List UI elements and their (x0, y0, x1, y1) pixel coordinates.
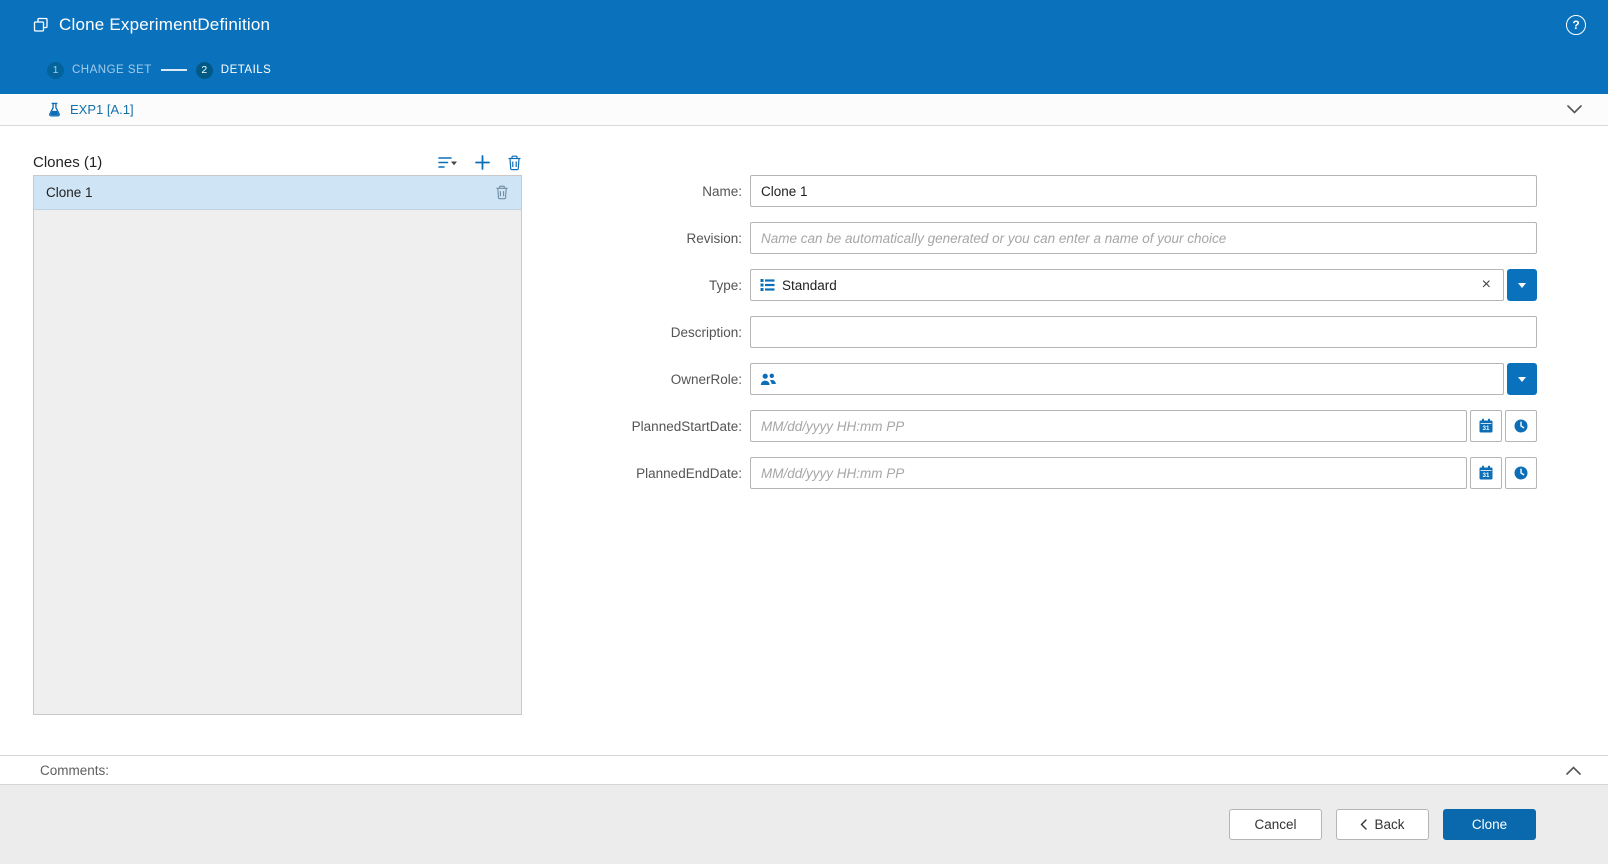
context-item-label: EXP1 [A.1] (70, 102, 134, 117)
calendar-day-number: 31 (1483, 472, 1490, 479)
ownerrole-combobox[interactable] (750, 363, 1504, 395)
field-name: Name: (522, 175, 1537, 207)
step-1-label: CHANGE SET (72, 64, 152, 76)
name-label: Name: (702, 183, 742, 199)
clones-panel-header: Clones (1) (33, 150, 522, 175)
chevron-down-icon (1518, 282, 1526, 288)
clone-icon (33, 17, 49, 33)
cancel-label: Cancel (1254, 817, 1297, 832)
details-form: Name: Revision: Type: S (522, 150, 1537, 755)
back-label: Back (1374, 817, 1405, 832)
planned-end-date-label: PlannedEndDate: (636, 465, 742, 481)
description-input[interactable] (750, 316, 1537, 348)
delete-clone-icon[interactable] (507, 155, 522, 171)
step-2-circle: 2 (195, 61, 213, 79)
help-icon[interactable]: ? (1566, 15, 1586, 35)
people-icon (760, 372, 777, 386)
clones-toolbar (438, 155, 522, 171)
field-planned-end-date: PlannedEndDate: 31 (522, 457, 1537, 489)
field-revision: Revision: (522, 222, 1537, 254)
planned-start-date-label: PlannedStartDate: (631, 418, 742, 434)
step-details[interactable]: 2 DETAILS (195, 61, 272, 79)
clones-panel: Clones (1) Clone 1 (33, 150, 522, 755)
ownerrole-label: OwnerRole: (670, 371, 742, 387)
clear-type-button[interactable]: × (1479, 277, 1494, 293)
clone-list-item[interactable]: Clone 1 (34, 176, 521, 210)
ownerrole-dropdown-button[interactable] (1507, 363, 1537, 395)
help-glyph: ? (1572, 18, 1580, 32)
start-time-clock-button[interactable] (1505, 410, 1537, 442)
chevron-left-icon (1360, 819, 1368, 830)
type-value: Standard (782, 277, 837, 293)
back-button[interactable]: Back (1336, 809, 1429, 840)
clone-button[interactable]: Clone (1443, 809, 1536, 840)
field-description: Description: (522, 316, 1537, 348)
clone-experiment-dialog: Clone ExperimentDefinition ? 1 CHANGE SE… (0, 0, 1608, 864)
calendar-icon: 31 (1478, 418, 1494, 434)
add-clone-icon[interactable] (475, 155, 490, 170)
delete-item-icon[interactable] (495, 185, 509, 200)
planned-start-date-input[interactable] (750, 410, 1467, 442)
title-row: Clone ExperimentDefinition ? (0, 0, 1608, 50)
step-1-circle: 1 (47, 61, 64, 79)
end-time-clock-button[interactable] (1505, 457, 1537, 489)
filter-icon[interactable] (438, 156, 458, 169)
description-label: Description: (670, 324, 742, 340)
chevron-down-icon[interactable] (1567, 105, 1582, 114)
planned-end-date-input[interactable] (750, 457, 1467, 489)
chevron-up-icon[interactable] (1566, 765, 1581, 775)
clone-item-label: Clone 1 (46, 185, 93, 200)
type-dropdown-button[interactable] (1507, 269, 1537, 301)
comments-section[interactable]: Comments: (0, 755, 1608, 785)
main-content: Clones (1) Clone 1 Name: Clone 1 Revisio… (0, 126, 1608, 755)
wizard-steps: 1 CHANGE SET 2 DETAILS (0, 50, 1608, 90)
step-change-set[interactable]: 1 CHANGE SET (47, 61, 152, 79)
flask-icon (47, 102, 62, 117)
calendar-icon: 31 (1478, 465, 1494, 481)
comments-label: Comments: (40, 762, 110, 778)
cancel-button[interactable]: Cancel (1229, 809, 1322, 840)
dialog-footer: Cancel Back Clone (0, 785, 1608, 864)
revision-label: Revision: (686, 230, 742, 246)
field-type: Type: Standard × (522, 269, 1537, 301)
dialog-title: Clone ExperimentDefinition (59, 15, 271, 34)
clones-list: Clone 1 (33, 175, 522, 715)
revision-input[interactable] (750, 222, 1537, 254)
list-icon (760, 278, 775, 292)
field-planned-start-date: PlannedStartDate: 31 (522, 410, 1537, 442)
step-connector-line (160, 69, 187, 71)
clones-title: Clones (1) (33, 154, 103, 171)
end-date-calendar-button[interactable]: 31 (1470, 457, 1502, 489)
clock-icon (1513, 465, 1529, 481)
name-input[interactable] (750, 175, 1537, 207)
chevron-down-icon (1518, 376, 1526, 382)
calendar-day-number: 31 (1483, 425, 1490, 432)
field-ownerrole: OwnerRole: (522, 363, 1537, 395)
type-label: Type: (708, 277, 742, 293)
type-combobox[interactable]: Standard × (750, 269, 1504, 301)
start-date-calendar-button[interactable]: 31 (1470, 410, 1502, 442)
step-2-label: DETAILS (220, 64, 272, 76)
clone-label: Clone (1471, 817, 1508, 832)
dialog-header: Clone ExperimentDefinition ? 1 CHANGE SE… (0, 0, 1608, 94)
clock-icon (1513, 418, 1529, 434)
context-bar[interactable]: EXP1 [A.1] (0, 94, 1608, 126)
